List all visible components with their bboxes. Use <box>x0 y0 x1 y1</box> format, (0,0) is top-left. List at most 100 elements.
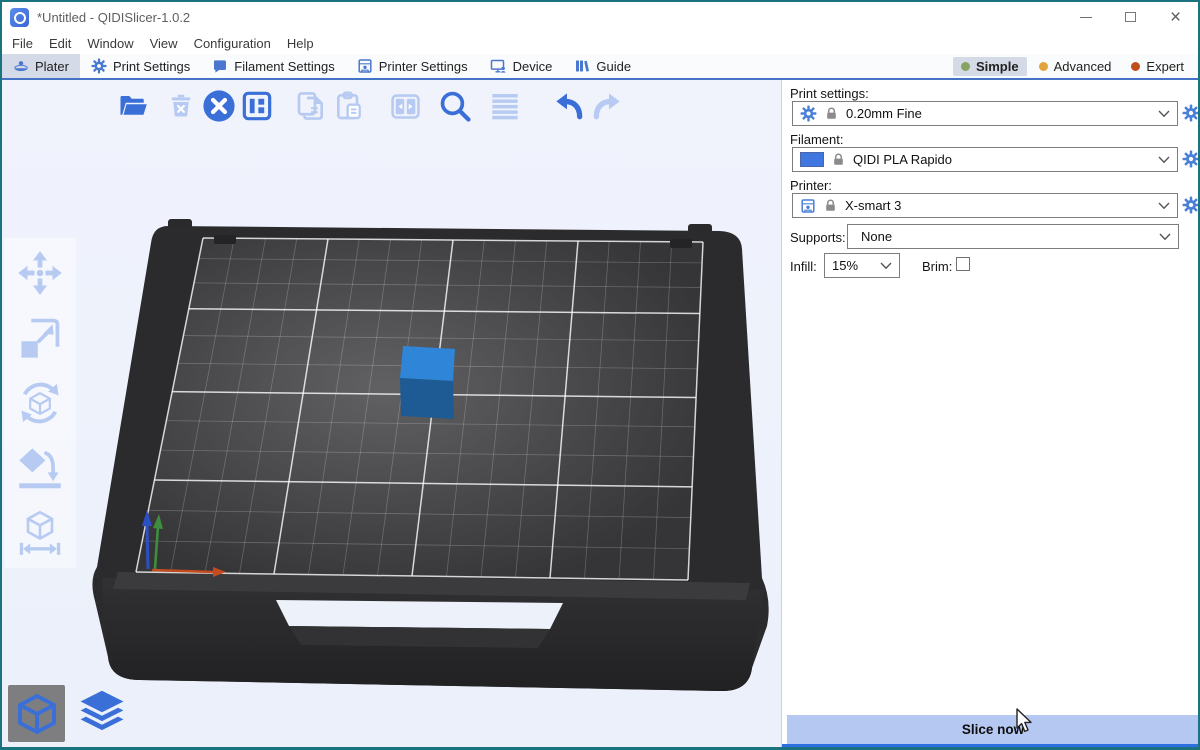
title-bar: *Untitled - QIDISlicer-1.0.2 × <box>2 2 1198 32</box>
gear-icon <box>800 105 817 122</box>
build-plate-scene <box>2 80 781 747</box>
filament-value: QIDI PLA Rapido <box>853 152 1151 167</box>
copy-icon <box>295 90 327 122</box>
tab-label: Guide <box>596 59 631 74</box>
mode-label: Advanced <box>1054 59 1112 74</box>
slice-accent-bar <box>782 744 1200 747</box>
tab-label: Print Settings <box>113 59 190 74</box>
redo-icon <box>591 90 623 122</box>
minimize-button[interactable] <box>1063 2 1108 32</box>
preview-layers-view-icon <box>77 689 127 739</box>
mode-advanced[interactable]: Advanced <box>1031 57 1120 76</box>
close-icon: × <box>1170 8 1181 27</box>
3d-editor-view-icon <box>15 692 59 736</box>
3d-editor-view-button[interactable] <box>8 685 65 742</box>
search-icon <box>438 89 472 123</box>
object-manipulation-toolbar <box>4 238 76 568</box>
tab-device[interactable]: Device <box>479 54 564 78</box>
printer-gear-button[interactable] <box>1182 196 1200 214</box>
mouse-cursor <box>1014 708 1034 734</box>
brim-checkbox[interactable] <box>956 257 970 271</box>
chevron-down-icon <box>1159 233 1171 241</box>
redo-button[interactable] <box>588 86 626 126</box>
print-settings-gear-button[interactable] <box>1182 104 1200 122</box>
app-window: *Untitled - QIDISlicer-1.0.2 × File Edit… <box>0 0 1200 750</box>
rotate-button[interactable] <box>11 374 69 432</box>
tab-guide[interactable]: Guide <box>563 54 642 78</box>
menu-window[interactable]: Window <box>79 34 141 53</box>
filament-label: Filament: <box>790 132 843 147</box>
tab-filament-settings[interactable]: Filament Settings <box>201 54 345 78</box>
infill-value: 15% <box>832 258 873 273</box>
menu-view[interactable]: View <box>142 34 186 53</box>
tab-label: Plater <box>35 59 69 74</box>
preview-layers-view-button[interactable] <box>73 685 130 742</box>
advanced-dot-icon <box>1039 62 1048 71</box>
delete-all-button[interactable] <box>200 86 238 126</box>
chevron-down-icon <box>880 262 892 270</box>
arrange-button[interactable] <box>238 86 276 126</box>
measure-button[interactable] <box>11 504 69 562</box>
print-settings-dropdown[interactable]: 0.20mm Fine <box>792 101 1178 126</box>
lock-icon <box>831 152 846 167</box>
search-button[interactable] <box>436 86 474 126</box>
slice-now-button[interactable]: Slice now <box>787 715 1199 744</box>
copy-button[interactable] <box>292 86 330 126</box>
menu-edit[interactable]: Edit <box>41 34 79 53</box>
lock-icon <box>823 198 838 213</box>
chevron-down-icon <box>1158 202 1170 210</box>
tab-label: Printer Settings <box>379 59 468 74</box>
printer-value: X-smart 3 <box>845 198 1151 213</box>
chevron-down-icon <box>1158 110 1170 118</box>
tab-plater[interactable]: Plater <box>2 54 80 78</box>
rotate-icon <box>16 379 64 427</box>
3d-viewport[interactable] <box>2 80 781 747</box>
place-on-face-button[interactable] <box>11 439 69 497</box>
delete-button[interactable] <box>162 86 200 126</box>
device-icon <box>490 58 507 74</box>
tab-label: Device <box>513 59 553 74</box>
brim-label: Brim: <box>922 259 952 274</box>
menu-help[interactable]: Help <box>279 34 322 53</box>
bed-handle-cutout <box>276 600 563 629</box>
mode-expert[interactable]: Expert <box>1123 57 1192 76</box>
mode-label: Simple <box>976 59 1019 74</box>
tab-label: Filament Settings <box>234 59 334 74</box>
delete-all-icon <box>202 89 236 123</box>
filament-gear-button[interactable] <box>1182 150 1200 168</box>
menu-bar: File Edit Window View Configuration Help <box>2 32 1198 54</box>
arrange-icon <box>241 90 273 122</box>
undo-button[interactable] <box>550 86 588 126</box>
infill-label: Infill: <box>790 259 817 274</box>
mode-simple[interactable]: Simple <box>953 57 1027 76</box>
filament-dropdown[interactable]: QIDI PLA Rapido <box>792 147 1178 172</box>
variable-layer-height-button[interactable] <box>486 86 524 126</box>
split-objects-button[interactable] <box>386 86 424 126</box>
scale-button[interactable] <box>11 309 69 367</box>
undo-icon <box>553 90 585 122</box>
window-title: *Untitled - QIDISlicer-1.0.2 <box>37 10 190 25</box>
paste-icon <box>333 90 365 122</box>
maximize-icon <box>1125 12 1136 22</box>
close-button[interactable]: × <box>1153 2 1198 32</box>
menu-configuration[interactable]: Configuration <box>186 34 279 53</box>
printer-icon <box>800 198 816 214</box>
open-button[interactable] <box>114 86 152 126</box>
delete-icon <box>167 91 195 121</box>
printer-dropdown[interactable]: X-smart 3 <box>792 193 1178 218</box>
supports-dropdown[interactable]: None <box>847 224 1179 249</box>
maximize-button[interactable] <box>1108 2 1153 32</box>
mode-label: Expert <box>1146 59 1184 74</box>
tab-print-settings[interactable]: Print Settings <box>80 54 201 78</box>
chevron-down-icon <box>1158 156 1170 164</box>
filament-color-swatch <box>800 152 824 167</box>
paste-button[interactable] <box>330 86 368 126</box>
printer-label: Printer: <box>790 178 832 193</box>
filament-icon <box>212 58 228 74</box>
gear-icon <box>91 58 107 74</box>
move-button[interactable] <box>11 244 69 302</box>
tab-printer-settings[interactable]: Printer Settings <box>346 54 479 78</box>
infill-dropdown[interactable]: 15% <box>824 253 900 278</box>
plater-icon <box>13 58 29 74</box>
menu-file[interactable]: File <box>4 34 41 53</box>
